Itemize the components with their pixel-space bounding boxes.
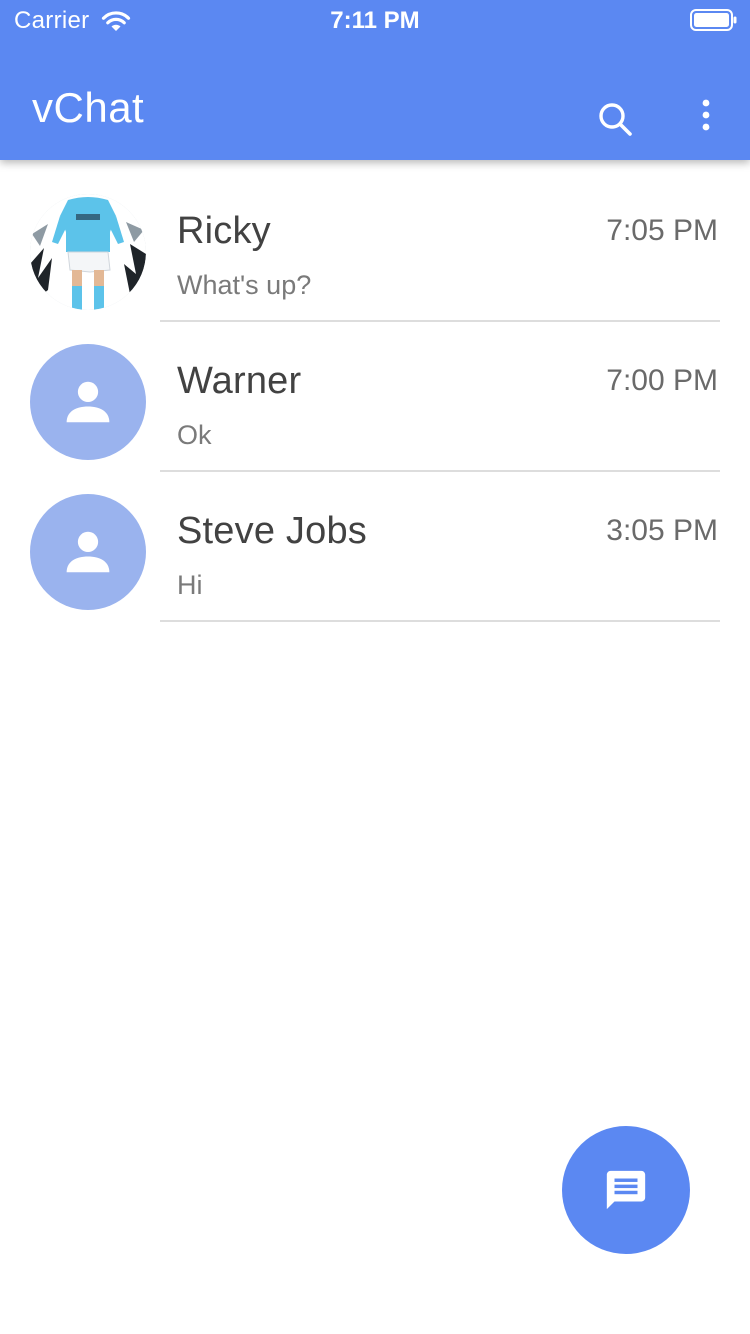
avatar: [30, 344, 146, 460]
person-icon: [66, 531, 110, 573]
search-icon: [599, 103, 632, 136]
app-title: vChat: [32, 84, 145, 131]
chat-item-steve-jobs[interactable]: Steve Jobs 3:05 PM Hi: [0, 470, 750, 622]
profile-photo: [30, 194, 146, 310]
status-time: 7:11 PM: [330, 7, 420, 34]
chat-time: 7:05 PM: [606, 214, 718, 247]
battery-icon: [690, 9, 737, 31]
status-bar: Carrier 7:11 PM: [0, 0, 750, 40]
more-options-button[interactable]: [686, 90, 726, 140]
chat-preview: Hi: [177, 570, 203, 600]
chat-name: Warner: [177, 360, 302, 402]
search-button[interactable]: [590, 94, 640, 144]
chat-preview: What's up?: [177, 270, 312, 300]
chat-item-ricky[interactable]: Ricky 7:05 PM What's up?: [0, 170, 750, 322]
header: Carrier 7:11 PM vChat: [0, 0, 750, 160]
chat-name: Steve Jobs: [177, 510, 367, 552]
message-icon: [606, 1170, 646, 1210]
avatar: [30, 194, 146, 310]
avatar: [30, 494, 146, 610]
divider: [160, 620, 720, 622]
chat-preview: Ok: [177, 420, 212, 450]
app-bar: vChat: [0, 40, 750, 160]
chat-time: 7:00 PM: [606, 364, 718, 397]
chat-time: 3:05 PM: [606, 514, 718, 547]
chat-name: Ricky: [177, 210, 271, 252]
chat-item-warner[interactable]: Warner 7:00 PM Ok: [0, 320, 750, 472]
chat-list-screen: Carrier 7:11 PM vChat Ricky 7:05 PM What…: [0, 0, 750, 1334]
more-vertical-icon: [702, 99, 710, 131]
chat-list: Ricky 7:05 PM What's up? Warner 7:00 PM …: [0, 170, 750, 622]
new-message-button[interactable]: [562, 1126, 690, 1254]
person-icon: [66, 381, 110, 423]
